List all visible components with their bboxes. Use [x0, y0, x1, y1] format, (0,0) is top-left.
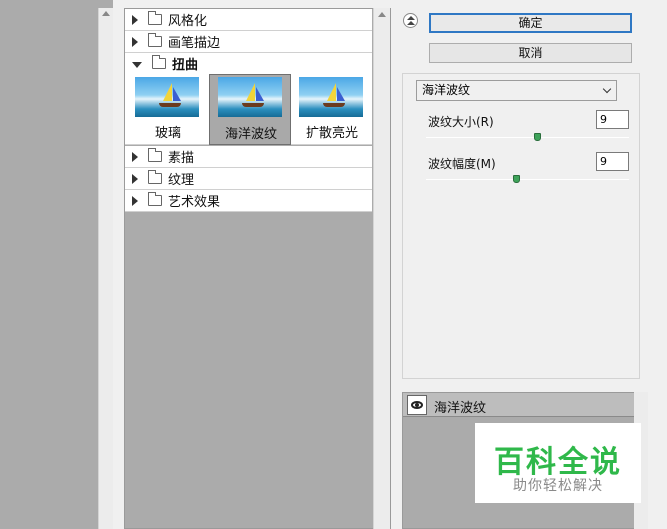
watermark: 百科全说 助你轻松解决	[475, 423, 641, 503]
category-texture[interactable]: 纹理	[125, 168, 372, 190]
expand-triangle-icon[interactable]	[132, 195, 138, 206]
category-label: 风格化	[168, 14, 208, 29]
filter-thumbnail-ocean-ripple[interactable]: 海洋波纹	[209, 74, 291, 145]
category-label: 扭曲	[172, 58, 199, 73]
category-sketch[interactable]: 素描	[125, 146, 372, 168]
ok-button[interactable]: 确定	[429, 13, 632, 33]
filter-select[interactable]: 海洋波纹	[416, 80, 617, 101]
folder-icon	[148, 192, 162, 206]
category-label: 素描	[168, 151, 195, 166]
thumbnail-image	[218, 77, 282, 117]
ripple-magnitude-slider-handle[interactable]	[513, 175, 521, 183]
category-stylize[interactable]: 风格化	[125, 9, 372, 31]
ripple-size-input[interactable]: 9	[596, 110, 629, 129]
collapse-triangle-icon[interactable]	[132, 61, 142, 68]
category-label: 纹理	[168, 173, 195, 188]
chevron-down-icon	[602, 84, 612, 94]
eye-icon	[411, 401, 423, 409]
ripple-magnitude-slider-track[interactable]	[426, 179, 629, 180]
category-artistic[interactable]: 艺术效果	[125, 190, 372, 212]
collapse-gallery-button[interactable]	[403, 13, 418, 28]
ripple-size-label: 波纹大小(R)	[428, 115, 494, 129]
filter-thumbnail-glass[interactable]: 玻璃	[127, 74, 209, 145]
watermark-subtitle: 助你轻松解决	[513, 478, 603, 494]
expand-triangle-icon[interactable]	[132, 151, 138, 162]
preview-scrollbar[interactable]	[98, 8, 113, 529]
scroll-up-arrow-icon[interactable]	[378, 12, 386, 17]
thumbnail-label: 海洋波纹	[224, 127, 277, 142]
chevron-up-icon	[407, 21, 415, 25]
ripple-size-slider-track[interactable]	[426, 137, 629, 138]
category-label: 艺术效果	[168, 195, 221, 210]
category-brush-strokes[interactable]: 画笔描边	[125, 31, 372, 53]
visibility-toggle[interactable]	[407, 395, 427, 415]
ripple-magnitude-input[interactable]: 9	[596, 152, 629, 171]
effect-layer-name: 海洋波纹	[434, 401, 487, 416]
category-label: 画笔描边	[168, 36, 221, 51]
folder-icon	[148, 148, 162, 162]
folder-icon	[148, 33, 162, 47]
preview-canvas[interactable]	[0, 0, 113, 529]
thumbnail-image	[299, 77, 363, 117]
cancel-button[interactable]: 取消	[429, 43, 632, 63]
ripple-magnitude-label: 波纹幅度(M)	[428, 157, 496, 171]
folder-open-icon	[152, 55, 166, 69]
expand-triangle-icon[interactable]	[132, 173, 138, 184]
folder-icon	[148, 170, 162, 184]
thumbnail-label: 扩散亮光	[305, 126, 358, 141]
scroll-up-arrow-icon[interactable]	[102, 11, 110, 16]
thumbnail-label: 玻璃	[154, 126, 181, 141]
filter-thumbnails: 玻璃 海洋波纹 扩散亮光	[125, 74, 372, 145]
expand-triangle-icon[interactable]	[132, 36, 138, 47]
thumbnail-image	[135, 77, 199, 117]
expand-triangle-icon[interactable]	[132, 14, 138, 25]
chevron-up-icon	[407, 16, 415, 20]
ripple-size-slider-handle[interactable]	[533, 133, 541, 141]
filter-thumbnail-diffuse-glow[interactable]: 扩散亮光	[291, 74, 373, 145]
category-distort[interactable]: 扭曲	[125, 53, 372, 75]
filter-gallery-scrollbar[interactable]	[373, 8, 390, 529]
folder-icon	[148, 11, 162, 25]
filter-select-value: 海洋波纹	[422, 83, 471, 97]
